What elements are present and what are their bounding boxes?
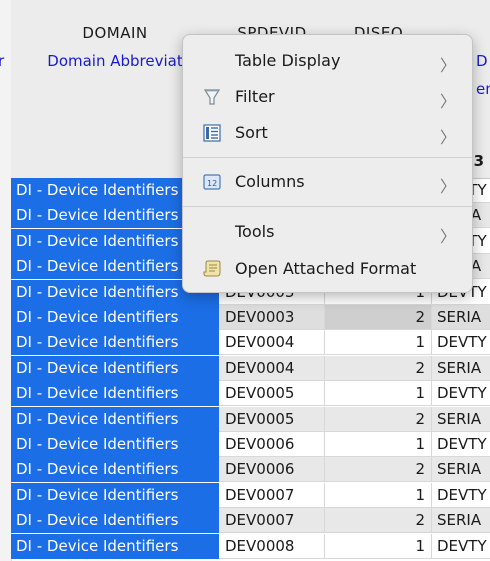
cell-domain[interactable]: DI - Device Identifiers [11, 355, 219, 381]
menu-separator [183, 157, 472, 158]
scroll-format-icon [203, 260, 221, 277]
cell-diseq[interactable]: 1 [325, 482, 432, 508]
menu-item-table-display[interactable]: Table Display 〉 [183, 46, 472, 76]
table-row[interactable]: DI - Device Identifiers DEV0007 1 DEVTY [0, 482, 490, 508]
context-menu: Table Display 〉 Filter 〉 Sort 〉 12 Colum… [182, 34, 473, 293]
cell-diseq[interactable]: 2 [325, 457, 432, 483]
cell-var[interactable]: DEVTY [432, 534, 490, 559]
menu-item-filter[interactable]: Filter 〉 [183, 82, 472, 112]
cell-diseq[interactable]: 1 [325, 432, 432, 457]
cell-spdevid[interactable]: DEV0005 [219, 406, 325, 432]
chevron-right-icon: 〉 [439, 177, 456, 196]
cell-domain[interactable]: DI - Device Identifiers [11, 330, 219, 356]
cell-var[interactable]: DEVTY [432, 381, 490, 407]
menu-item-label: Columns [235, 172, 305, 191]
chevron-right-icon: 〉 [439, 128, 456, 147]
columns-icon: 12 [203, 174, 221, 190]
menu-item-label: Open Attached Format [235, 259, 417, 278]
cell-spdevid[interactable]: DEV0004 [219, 355, 325, 381]
cell-var[interactable]: DEVTY [432, 330, 490, 356]
funnel-icon [203, 89, 221, 105]
cell-spdevid[interactable]: DEV0005 [219, 381, 325, 407]
table-row[interactable]: DI - Device Identifiers DEV0004 1 DEVTY [0, 330, 490, 356]
cell-var[interactable]: SERIA [432, 305, 490, 330]
cell-domain[interactable]: DI - Device Identifiers [11, 533, 219, 559]
menu-item-label: Filter [235, 87, 275, 106]
cell-diseq[interactable]: 2 [325, 355, 432, 381]
cell-spdevid[interactable]: DEV0006 [219, 457, 325, 483]
menu-item-label: Table Display [235, 51, 341, 70]
cell-diseq[interactable]: 2 [325, 406, 432, 432]
cell-var[interactable]: SERIA [432, 457, 490, 483]
svg-text:12: 12 [207, 179, 217, 188]
cell-diseq[interactable]: 1 [325, 533, 432, 559]
cell-domain[interactable]: DI - Device Identifiers [11, 305, 219, 330]
cell-spdevid[interactable]: DEV0007 [219, 508, 325, 534]
cell-diseq[interactable]: 1 [325, 330, 432, 356]
table-row[interactable]: DI - Device Identifiers DEV0004 2 SERIA [0, 355, 490, 381]
cell-domain[interactable]: DI - Device Identifiers [11, 432, 219, 457]
table-row[interactable]: DI - Device Identifiers DEV0003 2 SERIA [0, 305, 490, 330]
cell-var[interactable]: DEVTY [432, 432, 490, 457]
chevron-right-icon: 〉 [439, 227, 456, 246]
cell-var[interactable]: DEVTY [432, 483, 490, 508]
cell-domain[interactable]: DI - Device Identifiers [11, 381, 219, 407]
chevron-right-icon: 〉 [439, 56, 456, 75]
table-row[interactable]: DI - Device Identifiers DEV0008 1 DEVTY [0, 533, 490, 559]
menu-item-columns[interactable]: 12 Columns 〉 [183, 167, 472, 197]
cell-domain[interactable]: DI - Device Identifiers [11, 482, 219, 508]
cell-spdevid[interactable]: DEV0004 [219, 330, 325, 356]
menu-item-open-attached-format[interactable]: Open Attached Format [183, 254, 472, 284]
cell-var[interactable]: SERIA [432, 508, 490, 534]
cell-var[interactable]: SERIA [432, 355, 490, 381]
cell-spdevid[interactable]: DEV0007 [219, 482, 325, 508]
menu-item-label: Sort [235, 123, 268, 142]
menu-item-label: Tools [235, 222, 275, 241]
cell-spdevid[interactable]: DEV0003 [219, 305, 325, 330]
cell-domain[interactable]: DI - Device Identifiers [11, 508, 219, 534]
column-number: 3 [473, 152, 484, 170]
partial-column-label: r [0, 52, 5, 70]
table-row[interactable]: DI - Device Identifiers DEV0006 1 DEVTY [0, 432, 490, 457]
table-row[interactable]: DI - Device Identifiers DEV0005 1 DEVTY [0, 381, 490, 407]
menu-item-tools[interactable]: Tools 〉 [183, 217, 472, 247]
sort-list-icon [203, 124, 221, 142]
table-row[interactable]: DI - Device Identifiers DEV0007 2 SERIA [0, 508, 490, 534]
menu-separator [183, 206, 472, 207]
table-row[interactable]: DI - Device Identifiers DEV0005 2 SERIA [0, 406, 490, 432]
cell-diseq[interactable]: 1 [325, 381, 432, 407]
table-row[interactable]: DI - Device Identifiers DEV0006 2 SERIA [0, 457, 490, 483]
chevron-right-icon: 〉 [439, 92, 456, 111]
cell-diseq[interactable]: 2 [325, 508, 432, 534]
cell-var[interactable]: SERIA [432, 406, 490, 432]
cell-spdevid[interactable]: DEV0006 [219, 432, 325, 457]
cell-domain[interactable]: DI - Device Identifiers [11, 457, 219, 483]
menu-item-sort[interactable]: Sort 〉 [183, 118, 472, 148]
cell-diseq[interactable]: 2 [325, 305, 432, 330]
cell-spdevid[interactable]: DEV0008 [219, 533, 325, 559]
cell-domain[interactable]: DI - Device Identifiers [11, 406, 219, 432]
